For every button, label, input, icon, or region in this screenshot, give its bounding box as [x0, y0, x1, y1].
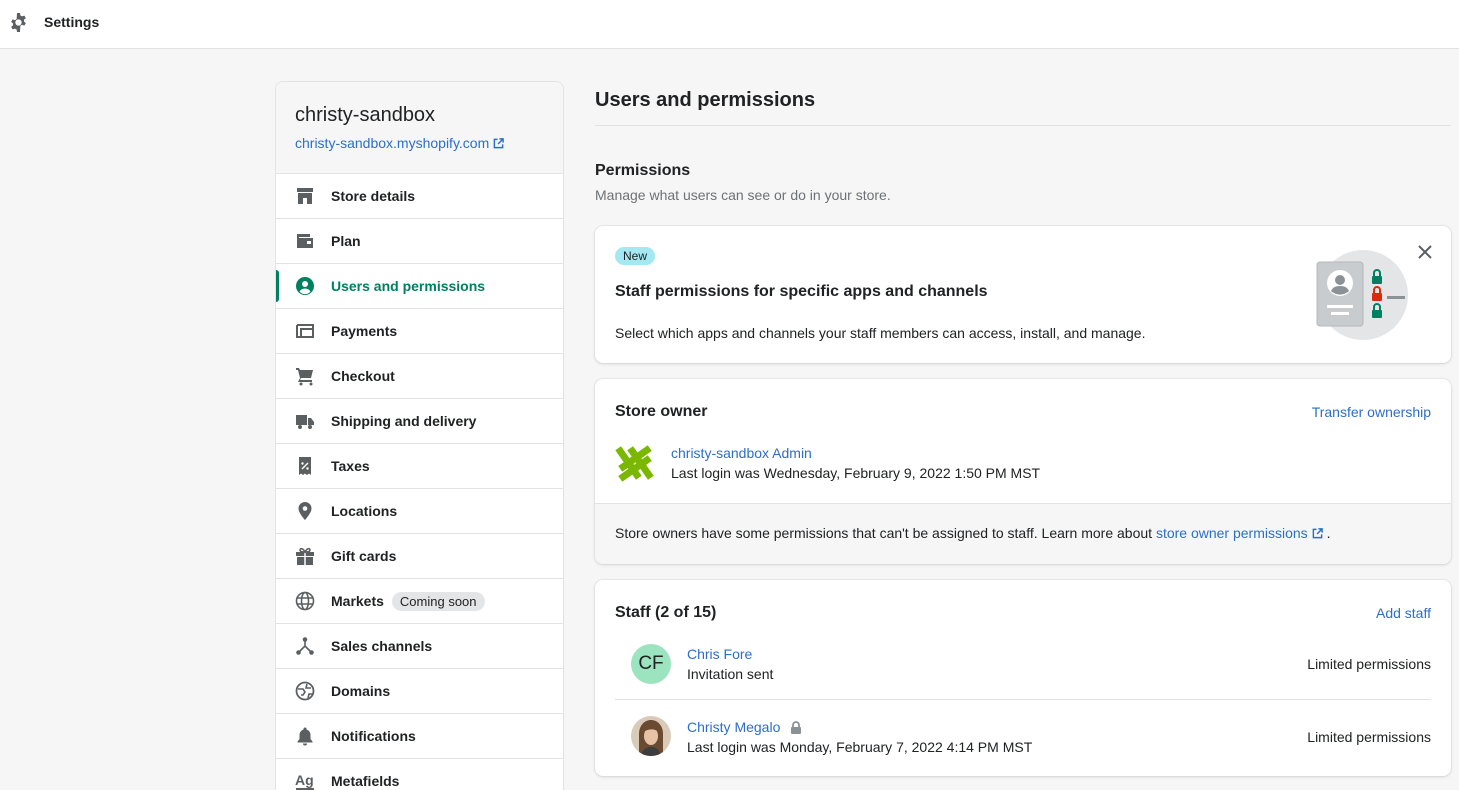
sidebar-item-label: Payments — [331, 323, 398, 339]
cart-icon — [295, 366, 315, 386]
new-badge: New — [615, 247, 656, 265]
staff-card: Staff (2 of 15) Add staff CF Chris Fore … — [595, 580, 1451, 776]
globe-web-icon — [295, 681, 315, 701]
store-header: christy-sandbox christy-sandbox.myshopif… — [276, 82, 563, 174]
avatar: CF — [631, 644, 671, 684]
sidebar-item-sales-channels[interactable]: Sales channels — [276, 624, 563, 669]
store-url-text[interactable]: christy-sandbox.myshopify.com — [295, 135, 489, 151]
sidebar-item-label: Gift cards — [331, 548, 397, 564]
top-bar: Settings — [0, 0, 1459, 49]
store-icon — [295, 186, 315, 206]
external-link-icon — [1312, 527, 1323, 538]
page-header-title: Settings — [44, 14, 100, 30]
store-owner-permissions-link-text[interactable]: store owner permissions — [1156, 525, 1308, 541]
svg-text:Ag: Ag — [295, 772, 314, 788]
staff-status: Invitation sent — [687, 666, 774, 682]
staff-status: Last login was Monday, February 7, 2022 … — [687, 739, 1033, 755]
payments-icon — [295, 321, 315, 341]
sidebar-item-users-and-permissions[interactable]: Users and permissions — [276, 264, 563, 309]
permissions-illustration — [1316, 250, 1408, 340]
sidebar-item-checkout[interactable]: Checkout — [276, 354, 563, 399]
sidebar-item-gift-cards[interactable]: Gift cards — [276, 534, 563, 579]
banner-title: Staff permissions for specific apps and … — [615, 283, 988, 300]
sidebar-item-domains[interactable]: Domains — [276, 669, 563, 714]
store-logo — [615, 445, 654, 482]
owner-note-suffix: . — [1326, 525, 1331, 541]
sidebar-item-metafields[interactable]: Ag Metafields — [276, 759, 563, 790]
sidebar-item-label: Users and permissions — [331, 278, 486, 294]
location-pin-icon — [295, 501, 315, 521]
sidebar-item-notifications[interactable]: Notifications — [276, 714, 563, 759]
staff-row[interactable]: CF Chris Fore Invitation sent Limited pe… — [615, 628, 1431, 700]
sidebar-item-store-details[interactable]: Store details — [276, 174, 563, 219]
sidebar-item-locations[interactable]: Locations — [276, 489, 563, 534]
staff-row[interactable]: Christy Megalo Last login was Monday, Fe… — [615, 701, 1431, 773]
staff-permissions: Limited permissions — [1307, 729, 1431, 745]
metafields-icon: Ag — [295, 771, 315, 790]
sidebar-item-label: Domains — [331, 683, 391, 699]
owner-note-text: Store owners have some permissions that … — [615, 525, 1153, 541]
gear-icon — [11, 13, 26, 32]
permissions-section-title: Permissions — [595, 162, 691, 179]
sidebar-item-plan[interactable]: Plan — [276, 219, 563, 264]
globe-icon — [295, 591, 315, 611]
store-owner-card: Store owner Transfer ownership christy-s… — [595, 379, 1451, 564]
channels-icon — [295, 636, 315, 656]
sidebar-item-taxes[interactable]: Taxes — [276, 444, 563, 489]
external-link-icon — [493, 137, 505, 148]
wallet-icon — [295, 231, 315, 251]
sidebar-item-label: Checkout — [331, 368, 395, 384]
announcement-banner: New Staff permissions for specific apps … — [595, 226, 1451, 363]
permissions-section-description: Manage what users can see or do in your … — [595, 187, 891, 203]
sidebar-item-label: Shipping and delivery — [331, 413, 477, 429]
page-title: Users and permissions — [595, 89, 816, 111]
user-circle-icon — [295, 276, 315, 296]
sidebar-item-label: Taxes — [331, 458, 370, 474]
avatar — [631, 716, 671, 756]
settings-sidebar: christy-sandbox christy-sandbox.myshopif… — [275, 81, 564, 790]
sidebar-item-label: Metafields — [331, 773, 400, 789]
store-owner-title: Store owner — [615, 403, 708, 420]
sidebar-item-label: Plan — [331, 233, 361, 249]
staff-title: Staff (2 of 15) — [615, 604, 717, 621]
truck-icon — [295, 411, 315, 431]
staff-name-link[interactable]: Chris Fore — [687, 646, 752, 662]
add-staff-link[interactable]: Add staff — [1376, 605, 1431, 621]
sidebar-item-label: Sales channels — [331, 638, 433, 654]
store-owner-permissions-link[interactable]: store owner permissions — [1156, 525, 1323, 541]
divider — [595, 125, 1451, 126]
sidebar-item-payments[interactable]: Payments — [276, 309, 563, 354]
store-name: christy-sandbox — [295, 104, 436, 126]
lock-icon — [791, 720, 802, 734]
gift-icon — [295, 546, 315, 566]
owner-name-link[interactable]: christy-sandbox Admin — [671, 445, 812, 461]
store-owner-note: Store owners have some permissions that … — [595, 503, 1451, 564]
sidebar-item-label: Store details — [331, 188, 416, 204]
sidebar-item-shipping-and-delivery[interactable]: Shipping and delivery — [276, 399, 563, 444]
staff-name-link[interactable]: Christy Megalo — [687, 719, 802, 735]
sidebar-item-markets[interactable]: Markets Coming soon — [276, 579, 563, 624]
tax-receipt-icon — [295, 456, 315, 476]
transfer-ownership-link[interactable]: Transfer ownership — [1312, 404, 1431, 420]
staff-name-text[interactable]: Christy Megalo — [687, 719, 780, 735]
banner-description: Select which apps and channels your staf… — [615, 325, 1146, 341]
sidebar-item-label: Notifications — [331, 728, 416, 744]
close-icon[interactable] — [1417, 244, 1433, 260]
store-url-link[interactable]: christy-sandbox.myshopify.com — [295, 135, 544, 151]
coming-soon-badge: Coming soon — [391, 591, 485, 611]
sidebar-item-label: Markets — [331, 593, 384, 609]
bell-icon — [295, 726, 315, 746]
sidebar-item-label: Locations — [331, 503, 398, 519]
owner-last-login: Last login was Wednesday, February 9, 20… — [671, 465, 1041, 481]
staff-permissions: Limited permissions — [1307, 656, 1431, 672]
